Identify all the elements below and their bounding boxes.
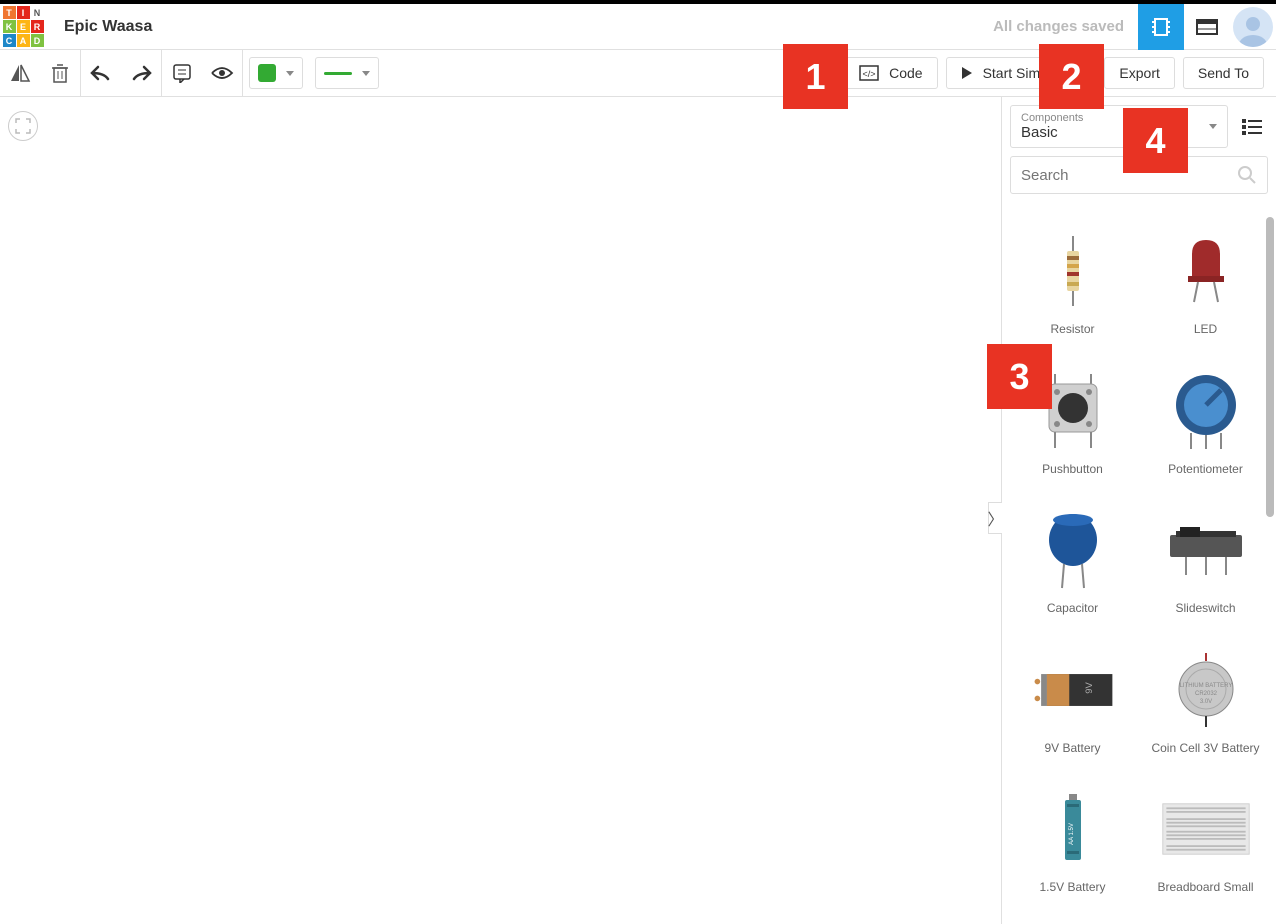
- coin-cell-icon: LITHIUM BATTERY CR2032 3.0V: [1174, 653, 1238, 727]
- user-icon: [1235, 11, 1271, 47]
- user-avatar[interactable]: [1230, 4, 1276, 50]
- tinkercad-logo[interactable]: TIN KER CAD: [0, 4, 46, 50]
- schematic-view-button[interactable]: [1184, 4, 1230, 50]
- battery-aa-icon: AA 1.5V: [1061, 794, 1085, 864]
- redo-button[interactable]: [121, 50, 161, 97]
- notes-button[interactable]: [162, 50, 202, 97]
- annotation-marker-4: 4: [1123, 108, 1188, 173]
- breadboard-icon: [1161, 799, 1251, 859]
- expand-icon: [15, 118, 31, 134]
- chevron-down-icon: [1209, 124, 1217, 129]
- save-status: All changes saved: [993, 18, 1124, 35]
- component-slideswitch[interactable]: Slideswitch: [1139, 491, 1272, 631]
- collapse-panel-button[interactable]: 〉: [988, 502, 1002, 534]
- svg-text:9V: 9V: [1083, 681, 1093, 693]
- send-label: Send To: [1198, 65, 1249, 81]
- code-button[interactable]: </> Code: [844, 57, 937, 89]
- component-led[interactable]: LED: [1139, 212, 1272, 352]
- fit-view-button[interactable]: [8, 111, 38, 141]
- component-label: Potentiometer: [1168, 462, 1243, 478]
- search-icon: [1237, 165, 1257, 185]
- component-aa-battery[interactable]: AA 1.5V 1.5V Battery: [1006, 770, 1139, 910]
- component-label: Breadboard Small: [1157, 880, 1253, 896]
- components-dd-value: Basic: [1021, 124, 1083, 141]
- component-9v-battery[interactable]: 9V 9V Battery: [1006, 631, 1139, 771]
- visibility-button[interactable]: [202, 50, 242, 97]
- list-icon: [1242, 119, 1262, 135]
- component-label: Resistor: [1050, 322, 1094, 338]
- list-view-button[interactable]: [1236, 111, 1268, 143]
- svg-text:AA 1.5V: AA 1.5V: [1069, 824, 1075, 846]
- send-to-button[interactable]: Send To: [1183, 57, 1264, 89]
- eye-icon: [210, 65, 234, 81]
- copy-button[interactable]: [0, 50, 40, 97]
- components-dd-label: Components: [1021, 112, 1083, 124]
- scrollbar[interactable]: [1266, 217, 1274, 517]
- undo-icon: [90, 65, 112, 81]
- chip-icon: [1150, 16, 1172, 38]
- component-capacitor[interactable]: Capacitor: [1006, 491, 1139, 631]
- export-label: Export: [1119, 65, 1159, 81]
- components-category-dropdown[interactable]: Components Basic: [1010, 105, 1228, 148]
- battery-9v-icon: 9V: [1028, 665, 1118, 715]
- mirror-icon: [9, 63, 31, 83]
- components-panel: 〉 Components Basic: [1001, 97, 1276, 924]
- resistor-icon: [1063, 236, 1083, 306]
- svg-text:3.0V: 3.0V: [1199, 699, 1211, 705]
- svg-text:LITHIUM BATTERY: LITHIUM BATTERY: [1179, 683, 1232, 689]
- led-icon: [1184, 236, 1228, 306]
- code-label: Code: [889, 65, 922, 81]
- svg-text:CR2032: CR2032: [1194, 691, 1217, 697]
- fill-color-picker[interactable]: [249, 57, 303, 89]
- component-label: LED: [1194, 322, 1217, 338]
- slideswitch-icon: [1166, 525, 1246, 575]
- trash-icon: [51, 63, 69, 83]
- component-label: Slideswitch: [1175, 601, 1235, 617]
- annotation-marker-2: 2: [1039, 44, 1104, 109]
- component-breadboard[interactable]: Breadboard Small: [1139, 770, 1272, 910]
- component-label: 9V Battery: [1044, 741, 1100, 757]
- capacitor-icon: [1046, 510, 1100, 590]
- component-label: Pushbutton: [1042, 462, 1103, 478]
- undo-button[interactable]: [81, 50, 121, 97]
- table-icon: [1196, 17, 1218, 37]
- component-label: 1.5V Battery: [1039, 880, 1105, 896]
- redo-icon: [130, 65, 152, 81]
- svg-text:</>: </>: [863, 69, 876, 79]
- potentiometer-icon: [1171, 373, 1241, 449]
- wire-color-picker[interactable]: [315, 57, 379, 89]
- note-icon: [172, 63, 192, 83]
- component-label: Coin Cell 3V Battery: [1151, 741, 1259, 757]
- component-resistor[interactable]: Resistor: [1006, 212, 1139, 352]
- annotation-marker-1: 1: [783, 44, 848, 109]
- component-potentiometer[interactable]: Potentiometer: [1139, 352, 1272, 492]
- annotation-marker-3: 3: [987, 344, 1052, 409]
- code-icon: </>: [859, 65, 879, 81]
- component-coin-cell[interactable]: LITHIUM BATTERY CR2032 3.0V Coin Cell 3V B…: [1139, 631, 1272, 771]
- play-icon: [961, 66, 973, 80]
- export-button[interactable]: Export: [1104, 57, 1174, 89]
- project-name[interactable]: Epic Waasa: [64, 18, 152, 36]
- component-label: Capacitor: [1047, 601, 1098, 617]
- components-view-button[interactable]: [1138, 4, 1184, 50]
- delete-button[interactable]: [40, 50, 80, 97]
- canvas[interactable]: [0, 97, 1001, 924]
